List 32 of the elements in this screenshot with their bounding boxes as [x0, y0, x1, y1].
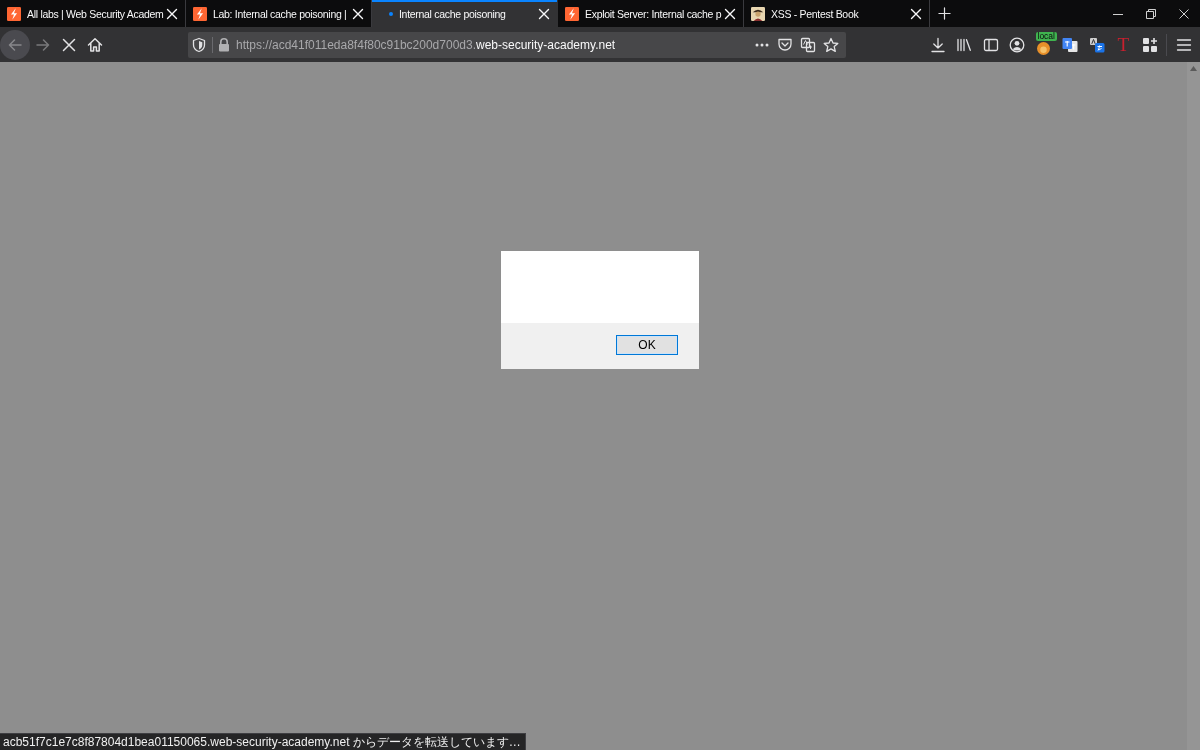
- new-tab-icon[interactable]: [937, 7, 951, 20]
- dot-icon: [389, 11, 393, 16]
- extension-badge: local: [1035, 31, 1057, 41]
- restore-icon[interactable]: [1145, 8, 1156, 19]
- home-icon: [87, 36, 103, 53]
- extensions-icon[interactable]: [1141, 36, 1158, 53]
- browser-tab[interactable]: Internal cache poisoning: [372, 0, 558, 27]
- translate-icon[interactable]: [799, 36, 816, 53]
- forward-arrow-icon: [35, 36, 51, 53]
- sidebar-icon[interactable]: [982, 36, 999, 53]
- translate-icon[interactable]: [1062, 36, 1079, 53]
- status-text: acb51f7c1e7c8f87804d1bea01150065.web-security-academy.net からデータを転送しています…: [0, 733, 526, 750]
- library-icon[interactable]: [956, 36, 973, 53]
- address-field[interactable]: https://acd41f011eda8f4f80c91bc200d700d3.web-security-academy.net: [188, 31, 846, 58]
- save-chevron-icon[interactable]: [776, 36, 793, 53]
- lightning-favicon-icon: [193, 6, 207, 21]
- menu-icon[interactable]: [1176, 36, 1192, 53]
- ok-button[interactable]: OK: [616, 335, 678, 355]
- avatar-favicon-icon: [751, 6, 765, 21]
- back-arrow-icon: [7, 36, 23, 53]
- download-icon[interactable]: [929, 36, 946, 53]
- close-icon[interactable]: [1178, 8, 1189, 19]
- stop-icon: [61, 36, 77, 53]
- shield-icon[interactable]: [191, 36, 207, 53]
- extension-icon[interactable]: [1037, 41, 1051, 55]
- translate-icon[interactable]: [1088, 36, 1105, 53]
- url-text: https://acd41f011eda8f4f80c91bc200d700d3.web-security-academy.net: [236, 37, 616, 52]
- lock-icon[interactable]: [216, 36, 232, 53]
- account-icon[interactable]: [1009, 36, 1026, 53]
- star-icon[interactable]: [822, 36, 839, 53]
- lightning-favicon-icon: [565, 6, 579, 21]
- lightning-favicon-icon: [7, 6, 21, 21]
